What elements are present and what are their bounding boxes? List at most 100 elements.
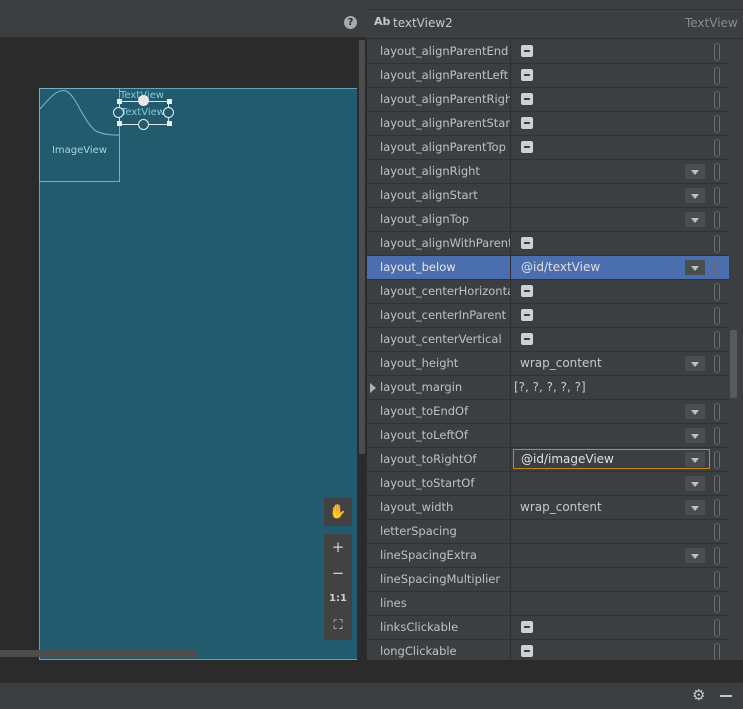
resource-picker-icon[interactable]	[714, 115, 720, 133]
tristate-checkbox[interactable]	[521, 309, 533, 321]
attributes-scroll-thumb[interactable]	[730, 330, 737, 398]
resource-picker-icon[interactable]	[714, 307, 720, 325]
resource-picker-icon[interactable]	[714, 619, 720, 637]
resource-picker-icon[interactable]	[714, 67, 720, 85]
tristate-checkbox[interactable]	[521, 45, 533, 57]
attribute-row[interactable]: linksClickable	[367, 616, 729, 640]
resource-picker-icon[interactable]	[714, 355, 720, 373]
attribute-row[interactable]: layout_below @id/textView	[367, 256, 729, 280]
dropdown-arrow-button[interactable]	[685, 356, 705, 371]
attribute-value[interactable]: wrap_content	[520, 356, 602, 370]
attribute-row[interactable]: layout_toLeftOf	[367, 424, 729, 448]
resource-picker-icon[interactable]	[714, 595, 720, 613]
pan-hand-icon[interactable]: ✋	[324, 498, 352, 526]
tristate-checkbox[interactable]	[521, 237, 533, 249]
zoom-out-button[interactable]: −	[324, 560, 352, 586]
resource-picker-icon[interactable]	[714, 523, 720, 541]
attribute-row[interactable]: lineSpacingMultiplier	[367, 568, 729, 592]
gear-icon[interactable]: ⚙	[692, 686, 705, 704]
attribute-row[interactable]: layout_toStartOf	[367, 472, 729, 496]
resource-picker-icon[interactable]	[714, 235, 720, 253]
attribute-row[interactable]: letterSpacing	[367, 520, 729, 544]
dropdown-arrow-button[interactable]	[685, 260, 705, 275]
resize-corner-bottom-right[interactable]	[167, 121, 172, 126]
attributes-top-strip	[367, 0, 743, 10]
attribute-row[interactable]: layout_alignRight	[367, 160, 729, 184]
attribute-row[interactable]: layout_height wrap_content	[367, 352, 729, 376]
right-anchor-handle[interactable]	[163, 107, 174, 118]
attribute-value-field[interactable]: @id/textView	[513, 257, 710, 277]
tristate-checkbox[interactable]	[521, 621, 533, 633]
attribute-row[interactable]: layout_width wrap_content	[367, 496, 729, 520]
attribute-row[interactable]: layout_alignParentTop	[367, 136, 729, 160]
resource-picker-icon[interactable]	[714, 427, 720, 445]
resource-picker-icon[interactable]	[714, 499, 720, 517]
resource-picker-icon[interactable]	[714, 163, 720, 181]
dropdown-arrow-button[interactable]	[685, 404, 705, 419]
tristate-checkbox[interactable]	[521, 333, 533, 345]
help-icon[interactable]: ?	[344, 16, 357, 29]
design-vertical-scroll-thumb[interactable]	[359, 40, 365, 454]
resource-picker-icon[interactable]	[714, 451, 720, 469]
minimize-icon[interactable]	[720, 695, 732, 697]
resource-picker-icon[interactable]	[714, 91, 720, 109]
resource-picker-icon[interactable]	[714, 43, 720, 61]
resource-picker-icon[interactable]	[714, 475, 720, 493]
resource-picker-icon[interactable]	[714, 211, 720, 229]
attribute-value-field[interactable]: @id/imageView	[513, 449, 710, 469]
resource-picker-icon[interactable]	[714, 187, 720, 205]
design-horizontal-scroll-thumb[interactable]	[0, 650, 198, 657]
resize-corner-top-right[interactable]	[167, 99, 172, 104]
dropdown-arrow-button[interactable]	[685, 188, 705, 203]
attribute-row[interactable]: layout_alignTop	[367, 208, 729, 232]
actual-size-button[interactable]: 1:1	[324, 586, 352, 612]
attribute-row[interactable]: layout_alignParentStart	[367, 112, 729, 136]
attribute-row[interactable]: layout_centerInParent	[367, 304, 729, 328]
resource-picker-icon[interactable]	[714, 403, 720, 421]
left-anchor-handle[interactable]	[113, 107, 124, 118]
attribute-name: linksClickable	[380, 620, 459, 634]
tristate-checkbox[interactable]	[521, 117, 533, 129]
dropdown-arrow-button[interactable]	[685, 548, 705, 563]
attribute-row[interactable]: layout_alignStart	[367, 184, 729, 208]
attribute-row[interactable]: layout_centerHorizontal	[367, 280, 729, 304]
resize-corner-top-left[interactable]	[117, 99, 122, 104]
tristate-checkbox[interactable]	[521, 93, 533, 105]
dropdown-arrow-button[interactable]	[685, 476, 705, 491]
attribute-row[interactable]: layout_alignParentLeft	[367, 64, 729, 88]
tristate-checkbox[interactable]	[521, 285, 533, 297]
imageview-widget[interactable]	[39, 88, 120, 182]
tristate-checkbox[interactable]	[521, 141, 533, 153]
resource-picker-icon[interactable]	[714, 259, 720, 277]
resource-picker-icon[interactable]	[714, 547, 720, 565]
top-anchor-handle[interactable]	[138, 95, 149, 106]
attribute-row[interactable]: lines	[367, 592, 729, 616]
attribute-row[interactable]: layout_alignWithParentIf...	[367, 232, 729, 256]
resource-picker-icon[interactable]	[714, 643, 720, 661]
zoom-in-button[interactable]: +	[324, 534, 352, 560]
attribute-row[interactable]: layout_alignParentRight	[367, 88, 729, 112]
attribute-row[interactable]: layout_centerVertical	[367, 328, 729, 352]
dropdown-arrow-button[interactable]	[685, 500, 705, 515]
attribute-row[interactable]: lineSpacingExtra	[367, 544, 729, 568]
expand-arrow-icon[interactable]	[370, 383, 376, 393]
resource-picker-icon[interactable]	[714, 283, 720, 301]
attribute-row[interactable]: layout_toRightOf @id/imageView	[367, 448, 729, 472]
resize-corner-bottom-left[interactable]	[117, 121, 122, 126]
resource-picker-icon[interactable]	[714, 571, 720, 589]
dropdown-arrow-button[interactable]	[685, 212, 705, 227]
dropdown-arrow-button[interactable]	[685, 164, 705, 179]
tristate-checkbox[interactable]	[521, 645, 533, 657]
dropdown-arrow-button[interactable]	[685, 428, 705, 443]
attribute-row[interactable]: layout_alignParentEnd	[367, 40, 729, 64]
fit-screen-icon[interactable]: ⛶	[324, 612, 352, 640]
attribute-row[interactable]: layout_toEndOf	[367, 400, 729, 424]
tristate-checkbox[interactable]	[521, 69, 533, 81]
resource-picker-icon[interactable]	[714, 331, 720, 349]
attribute-value[interactable]: wrap_content	[520, 500, 602, 514]
bottom-anchor-handle[interactable]	[138, 119, 149, 130]
attribute-value[interactable]: [?, ?, ?, ?, ?]	[514, 380, 586, 394]
resource-picker-icon[interactable]	[714, 139, 720, 157]
attribute-row[interactable]: layout_margin [?, ?, ?, ?, ?]	[367, 376, 729, 400]
dropdown-arrow-button[interactable]	[685, 452, 705, 467]
